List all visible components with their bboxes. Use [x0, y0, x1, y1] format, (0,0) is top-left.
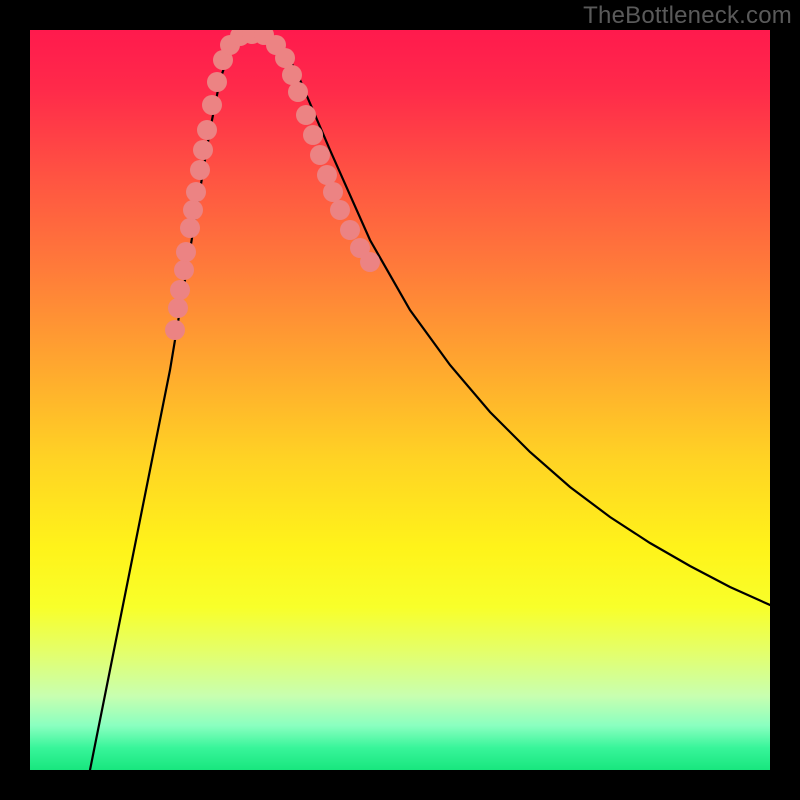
highlight-dot	[170, 280, 190, 300]
plot-area	[30, 30, 770, 770]
highlight-dot	[288, 82, 308, 102]
highlight-dot	[190, 160, 210, 180]
highlight-dot	[193, 140, 213, 160]
highlight-dot	[207, 72, 227, 92]
highlight-dot	[330, 200, 350, 220]
highlight-dot	[180, 218, 200, 238]
highlight-dots	[165, 30, 380, 340]
highlight-dot	[296, 105, 316, 125]
highlight-dot	[186, 182, 206, 202]
highlight-dot	[303, 125, 323, 145]
highlight-dot	[165, 320, 185, 340]
highlight-dot	[340, 220, 360, 240]
highlight-dot	[317, 165, 337, 185]
highlight-dot	[323, 182, 343, 202]
highlight-dot	[174, 260, 194, 280]
highlight-dot	[176, 242, 196, 262]
watermark-text: TheBottleneck.com	[583, 2, 792, 30]
highlight-dot	[360, 252, 380, 272]
highlight-dot	[202, 95, 222, 115]
highlight-dot	[197, 120, 217, 140]
curve-svg	[30, 30, 770, 770]
bottleneck-curve	[90, 32, 770, 770]
highlight-dot	[310, 145, 330, 165]
highlight-dot	[183, 200, 203, 220]
highlight-dot	[282, 65, 302, 85]
highlight-dot	[168, 298, 188, 318]
chart-frame: TheBottleneck.com	[0, 0, 800, 800]
